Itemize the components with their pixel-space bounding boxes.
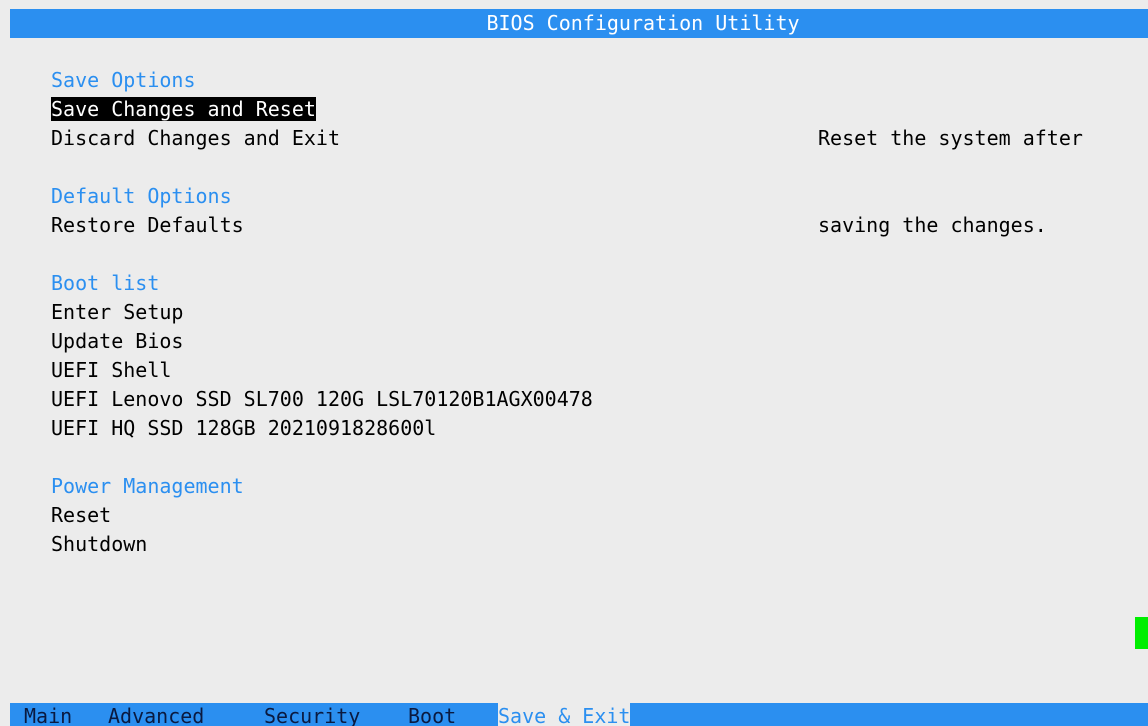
menu-item-update-bios[interactable]: Update Bios: [51, 327, 771, 356]
section-title: Power Management: [51, 474, 244, 498]
help-panel: Reset the system after saving the change…: [818, 66, 1148, 298]
menu-item-discard-changes-and-exit[interactable]: Discard Changes and Exit: [51, 124, 771, 153]
help-text-line: saving the changes.: [818, 213, 1047, 237]
help-text-line: Reset the system after: [818, 126, 1083, 150]
menu-item-enter-setup[interactable]: Enter Setup: [51, 298, 771, 327]
tab-boot[interactable]: Boot: [408, 703, 456, 726]
bios-screen: BIOS Configuration Utility Save Options …: [0, 0, 1148, 726]
tab-security[interactable]: Security: [264, 703, 360, 726]
tab-bar: Main Advanced Security Boot Save & Exit: [10, 703, 1148, 726]
menu-item-label: UEFI HQ SSD 128GB 2021091828600l: [51, 416, 437, 440]
menu-item-save-changes-and-reset[interactable]: Save Changes and Reset: [51, 95, 771, 124]
section-title: Save Options: [51, 68, 196, 92]
menu-item-label: Enter Setup: [51, 300, 184, 324]
menu-item-label: Reset: [51, 503, 112, 527]
menu-item-label: Shutdown: [51, 532, 148, 556]
section-title: Default Options: [51, 184, 232, 208]
menu-item-label: UEFI Lenovo SSD SL700 120G LSL70120B1AGX…: [51, 387, 593, 411]
menu-item-uefi-shell[interactable]: UEFI Shell: [51, 356, 771, 385]
menu-panel: Save Options Save Changes and Reset Disc…: [51, 66, 771, 588]
section-save-options: Save Options Save Changes and Reset Disc…: [51, 66, 771, 153]
tab-main[interactable]: Main: [24, 703, 72, 726]
menu-item-shutdown[interactable]: Shutdown: [51, 530, 771, 559]
section-boot-list: Boot list Enter Setup Update Bios UEFI S…: [51, 269, 771, 443]
menu-item-label: Save Changes and Reset: [51, 97, 316, 121]
tab-save-and-exit[interactable]: Save & Exit: [498, 703, 631, 726]
section-default-options: Default Options Restore Defaults: [51, 182, 771, 240]
menu-item-label: Restore Defaults: [51, 213, 244, 237]
tab-advanced[interactable]: Advanced: [108, 703, 204, 726]
menu-item-label: Discard Changes and Exit: [51, 126, 340, 150]
menu-item-restore-defaults[interactable]: Restore Defaults: [51, 211, 771, 240]
menu-item-reset[interactable]: Reset: [51, 501, 771, 530]
section-power-management: Power Management Reset Shutdown: [51, 472, 771, 559]
menu-item-uefi-lenovo-ssd[interactable]: UEFI Lenovo SSD SL700 120G LSL70120B1AGX…: [51, 385, 771, 414]
menu-item-label: UEFI Shell: [51, 358, 172, 382]
menu-item-label: Update Bios: [51, 329, 184, 353]
menu-item-uefi-hq-ssd[interactable]: UEFI HQ SSD 128GB 2021091828600l: [51, 414, 771, 443]
section-title: Boot list: [51, 271, 160, 295]
title-bar: BIOS Configuration Utility: [10, 9, 1148, 38]
scroll-indicator: [1135, 617, 1148, 649]
